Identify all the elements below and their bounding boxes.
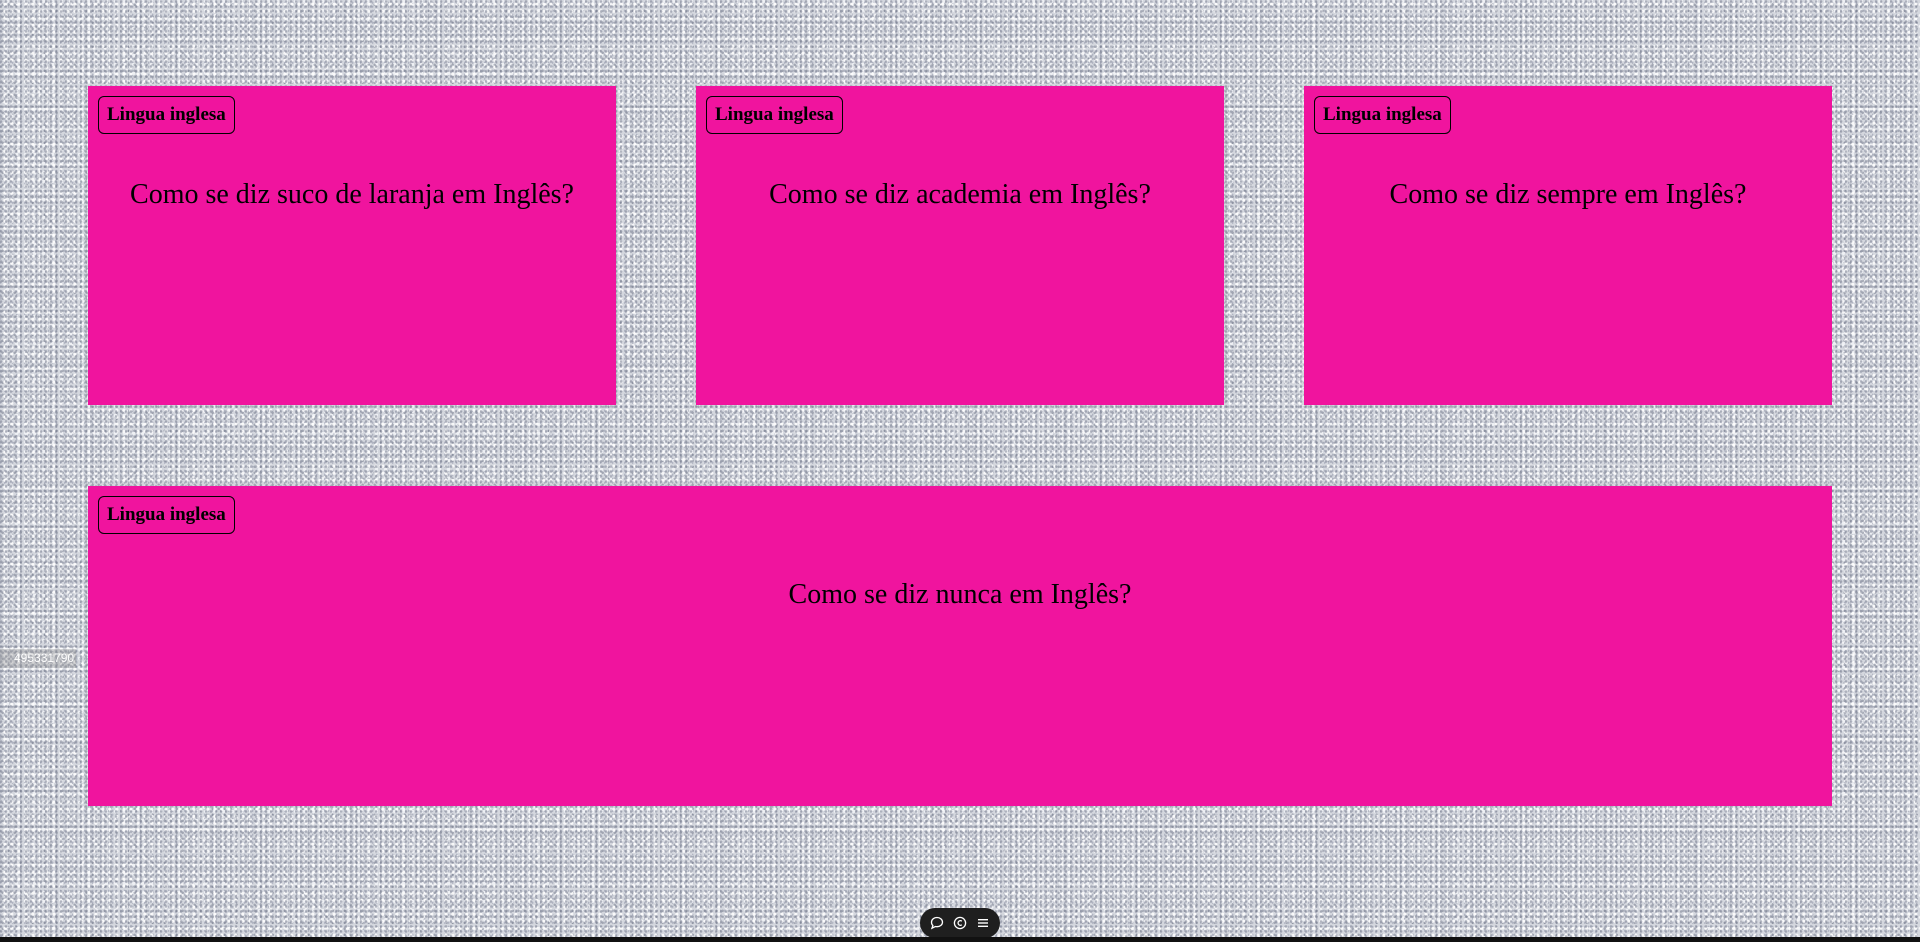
card-question: Como se diz suco de laranja em Inglês? [130, 179, 574, 210]
card-question: Como se diz academia em Inglês? [769, 179, 1151, 210]
flashcard[interactable]: Lingua inglesa Como se diz suco de laran… [88, 86, 616, 405]
flashcard[interactable]: Lingua inglesa Como se diz sempre em Ing… [1304, 86, 1832, 405]
side-id-label: 495331790 [0, 649, 77, 668]
copyright-icon[interactable] [950, 913, 970, 933]
menu-icon[interactable] [973, 913, 993, 933]
card-question: Como se diz nunca em Inglês? [788, 579, 1132, 610]
comment-icon[interactable] [927, 913, 947, 933]
card-question: Como se diz sempre em Inglês? [1389, 179, 1747, 210]
category-tag: Lingua inglesa [706, 96, 843, 134]
category-tag: Lingua inglesa [98, 496, 235, 534]
flashcard[interactable]: Lingua inglesa Como se diz academia em I… [696, 86, 1224, 405]
floating-toolbar [920, 908, 1000, 938]
bottom-edge-bar [0, 937, 1920, 942]
category-tag: Lingua inglesa [98, 96, 235, 134]
flashcard[interactable]: Lingua inglesa Como se diz nunca em Ingl… [88, 486, 1832, 806]
category-tag: Lingua inglesa [1314, 96, 1451, 134]
